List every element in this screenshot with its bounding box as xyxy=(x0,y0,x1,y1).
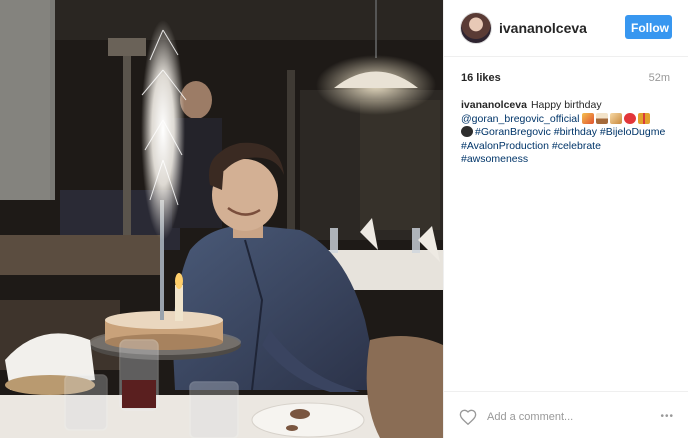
hashtag-link[interactable]: #awsomeness xyxy=(461,153,528,165)
comment-input[interactable] xyxy=(487,407,627,427)
heart-icon[interactable] xyxy=(459,409,477,425)
caption-text: Happy birthday xyxy=(530,99,602,111)
post-caption: ivananolceva Happy birthday @goran_bregov… xyxy=(461,99,671,167)
hashtag-link[interactable]: #celebrate xyxy=(552,140,601,152)
cake-slice-icon xyxy=(610,112,623,124)
post-header: ivananolceva Follow xyxy=(444,0,688,57)
balloon-icon xyxy=(624,112,637,124)
instagram-post: ivananolceva Follow 16 likes 52m ivanano… xyxy=(0,0,688,438)
party-popper-icon xyxy=(582,112,595,124)
cake-icon xyxy=(596,112,609,124)
hashtag-link[interactable]: #BijeloDugme xyxy=(600,126,665,138)
hashtag-link[interactable]: #birthday xyxy=(554,126,597,138)
more-options-icon[interactable]: ••• xyxy=(660,412,674,422)
post-sidebar: ivananolceva Follow 16 likes 52m ivanano… xyxy=(443,0,688,438)
follow-button[interactable]: Follow xyxy=(625,15,672,39)
mention-link[interactable]: @goran_bregovic_official xyxy=(461,113,579,125)
hashtag-link[interactable]: #AvalonProduction xyxy=(461,140,549,152)
post-photo[interactable] xyxy=(0,0,443,438)
caption-username[interactable]: ivananolceva xyxy=(461,99,527,111)
balloon-dark-icon xyxy=(461,126,473,137)
username-link[interactable]: ivananolceva xyxy=(499,20,587,36)
gift-icon xyxy=(638,112,651,124)
avatar[interactable] xyxy=(460,12,492,44)
birthday-photo-image xyxy=(0,0,443,438)
likes-count[interactable]: 16 likes xyxy=(461,72,501,84)
post-timestamp[interactable]: 52m xyxy=(649,72,670,84)
hashtag-link[interactable]: #GoranBregovic xyxy=(475,126,551,138)
post-footer: ••• xyxy=(444,391,688,439)
